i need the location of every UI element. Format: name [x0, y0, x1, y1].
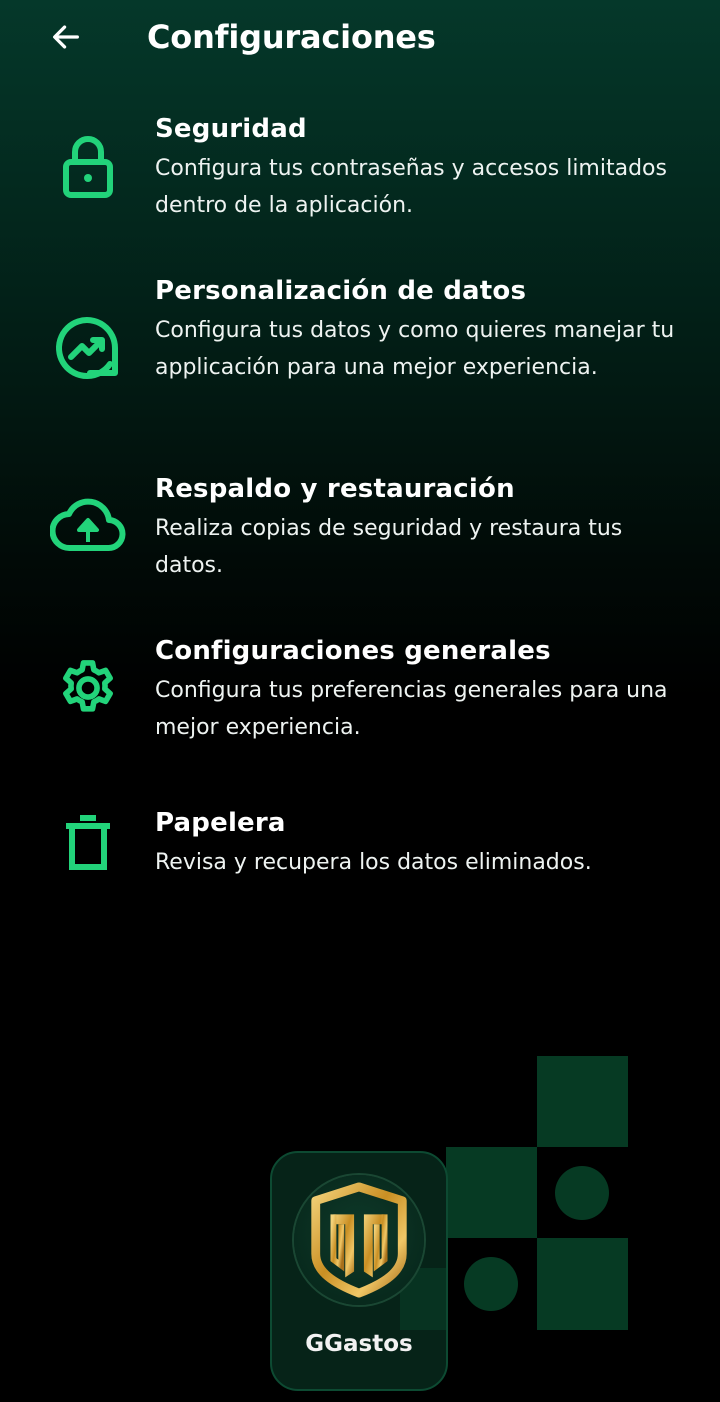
settings-item-title: Personalización de datos — [155, 276, 527, 306]
settings-item-title: Respaldo y restauración — [155, 474, 515, 504]
trash-icon — [48, 802, 128, 882]
settings-item-data-personalization[interactable]: Personalización de datos Configura tus d… — [0, 270, 720, 430]
decor-circle — [464, 1257, 518, 1311]
settings-item-title: Papelera — [155, 808, 286, 838]
top-app-bar: Configuraciones — [0, 0, 720, 76]
gear-icon — [48, 648, 128, 728]
lock-icon — [48, 127, 128, 207]
decor-square — [446, 1147, 537, 1238]
settings-item-backup-restore[interactable]: Respaldo y restauración Realiza copias d… — [0, 468, 720, 588]
settings-item-description: Configura tus preferencias generales par… — [155, 678, 668, 740]
decor-square — [537, 1238, 628, 1330]
settings-item-general[interactable]: Configuraciones generales Configura tus … — [0, 630, 720, 750]
cloud-upload-icon — [48, 486, 128, 566]
settings-item-description: Configura tus contraseñas y accesos limi… — [155, 156, 667, 218]
settings-item-description: Realiza copias de seguridad y restaura t… — [155, 516, 623, 578]
page-title: Configuraciones — [147, 18, 436, 56]
ggastos-logo — [294, 1175, 424, 1305]
settings-item-security[interactable]: Seguridad Configura tus contraseñas y ac… — [0, 108, 720, 238]
settings-item-title: Seguridad — [155, 114, 307, 144]
trending-up-chart-icon — [48, 308, 128, 388]
arrow-left-icon — [53, 25, 79, 49]
settings-item-description: Configura tus datos y como quieres manej… — [155, 318, 675, 380]
decor-square — [537, 1056, 628, 1147]
app-name: GGastos — [305, 1331, 413, 1357]
app-card-ggastos[interactable]: GGastos — [270, 1151, 448, 1391]
settings-item-trash[interactable]: Papelera Revisa y recupera los datos eli… — [0, 802, 720, 892]
decor-circle — [555, 1166, 609, 1220]
back-button[interactable] — [40, 14, 92, 60]
settings-item-title: Configuraciones generales — [155, 636, 551, 666]
settings-item-description: Revisa y recupera los datos eliminados. — [155, 850, 592, 875]
